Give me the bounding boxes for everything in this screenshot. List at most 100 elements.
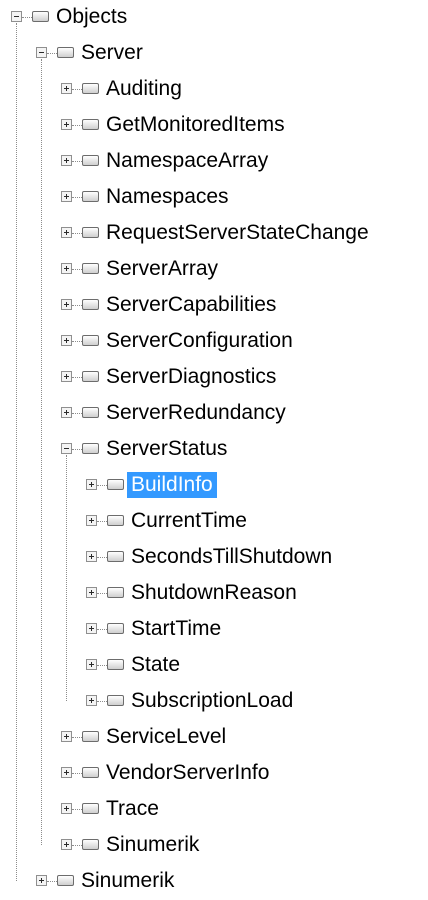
tree-node-label[interactable]: State: [127, 652, 184, 678]
tree-node-shutdownreason[interactable]: ShutdownReason: [0, 576, 428, 612]
tree-node-label[interactable]: SubscriptionLoad: [127, 688, 297, 714]
tree-node-label[interactable]: ServerCapabilities: [102, 292, 280, 318]
tree-connector-line: [97, 629, 107, 630]
expand-icon[interactable]: [86, 479, 97, 490]
tree-connector-line: [47, 53, 57, 54]
tree-node-vendorserverinfo[interactable]: VendorServerInfo: [0, 756, 428, 792]
tree-node-label[interactable]: RequestServerStateChange: [102, 220, 373, 246]
tree-connector-line: [97, 701, 107, 702]
collapse-icon[interactable]: [36, 47, 47, 58]
tree-node-label[interactable]: ServerDiagnostics: [102, 364, 280, 390]
expand-icon[interactable]: [86, 623, 97, 634]
tree-node-label[interactable]: ServerConfiguration: [102, 328, 297, 354]
tree-node-label[interactable]: ServiceLevel: [102, 724, 230, 750]
tree-connector-line: [22, 17, 32, 18]
expand-icon[interactable]: [61, 371, 72, 382]
tree-node-requestserverstatechange[interactable]: RequestServerStateChange: [0, 216, 428, 252]
tree-node-label[interactable]: ShutdownReason: [127, 580, 301, 606]
tree-node-sinumerik[interactable]: Sinumerik: [0, 828, 428, 864]
tree-connector-line: [72, 773, 82, 774]
tree-node-auditing[interactable]: Auditing: [0, 72, 428, 108]
tree-node-label[interactable]: SecondsTillShutdown: [127, 544, 336, 570]
node-icon: [82, 803, 99, 814]
node-icon: [82, 83, 99, 94]
tree-node-label[interactable]: VendorServerInfo: [102, 760, 273, 786]
tree-connector-line: [72, 125, 82, 126]
tree-node-label[interactable]: ServerRedundancy: [102, 400, 290, 426]
node-icon: [82, 335, 99, 346]
expand-icon[interactable]: [86, 551, 97, 562]
tree-node-label[interactable]: ServerArray: [102, 256, 222, 282]
node-icon: [82, 371, 99, 382]
expand-icon[interactable]: [61, 335, 72, 346]
tree-node-label[interactable]: Auditing: [102, 76, 186, 102]
expand-icon[interactable]: [61, 767, 72, 778]
tree-node-servicelevel[interactable]: ServiceLevel: [0, 720, 428, 756]
expand-icon[interactable]: [61, 119, 72, 130]
tree-node-serverstatus[interactable]: ServerStatus: [0, 432, 428, 468]
tree-node-serverdiagnostics[interactable]: ServerDiagnostics: [0, 360, 428, 396]
tree-node-label[interactable]: Trace: [102, 796, 163, 822]
tree-node-namespacearray[interactable]: NamespaceArray: [0, 144, 428, 180]
tree-node-label[interactable]: Sinumerik: [77, 868, 178, 894]
tree-node-label[interactable]: Objects: [52, 4, 131, 30]
tree-node-namespaces[interactable]: Namespaces: [0, 180, 428, 216]
node-icon: [82, 839, 99, 850]
expand-icon[interactable]: [61, 839, 72, 850]
expand-icon[interactable]: [61, 191, 72, 202]
expand-icon[interactable]: [86, 515, 97, 526]
tree-node-sinumerik[interactable]: Sinumerik: [0, 864, 428, 900]
tree-node-objects[interactable]: Objects: [0, 0, 428, 36]
node-icon: [107, 551, 124, 562]
expand-icon[interactable]: [86, 659, 97, 670]
tree-node-label[interactable]: Namespaces: [102, 184, 233, 210]
tree-node-serverconfiguration[interactable]: ServerConfiguration: [0, 324, 428, 360]
tree-node-state[interactable]: State: [0, 648, 428, 684]
tree-connector-line: [72, 377, 82, 378]
expand-icon[interactable]: [86, 587, 97, 598]
tree-node-label[interactable]: StartTime: [127, 616, 225, 642]
tree-connector-line: [47, 881, 57, 882]
tree-node-label[interactable]: ServerStatus: [102, 436, 231, 462]
expand-icon[interactable]: [61, 407, 72, 418]
tree-node-server[interactable]: Server: [0, 36, 428, 72]
expand-icon[interactable]: [86, 695, 97, 706]
tree-connector-line: [72, 413, 82, 414]
tree-node-label[interactable]: BuildInfo: [127, 472, 217, 498]
tree-node-secondstillshutdown[interactable]: SecondsTillShutdown: [0, 540, 428, 576]
tree-node-starttime[interactable]: StartTime: [0, 612, 428, 648]
tree-node-label[interactable]: CurrentTime: [127, 508, 251, 534]
expand-icon[interactable]: [61, 83, 72, 94]
tree-node-getmonitoreditems[interactable]: GetMonitoredItems: [0, 108, 428, 144]
tree-node-buildinfo[interactable]: BuildInfo: [0, 468, 428, 504]
node-icon: [82, 443, 99, 454]
tree-node-trace[interactable]: Trace: [0, 792, 428, 828]
collapse-icon[interactable]: [61, 443, 72, 454]
expand-icon[interactable]: [61, 155, 72, 166]
tree-node-servercapabilities[interactable]: ServerCapabilities: [0, 288, 428, 324]
node-icon: [82, 407, 99, 418]
tree-node-label[interactable]: Sinumerik: [102, 832, 203, 858]
tree-node-serverarray[interactable]: ServerArray: [0, 252, 428, 288]
node-icon: [82, 767, 99, 778]
tree-node-label[interactable]: GetMonitoredItems: [102, 112, 289, 138]
expand-icon[interactable]: [36, 875, 47, 886]
expand-icon[interactable]: [61, 803, 72, 814]
tree-connector-line: [97, 557, 107, 558]
tree-view[interactable]: Objects Server Auditing GetMonitoredItems Na…: [0, 0, 428, 897]
expand-icon[interactable]: [61, 299, 72, 310]
node-icon: [107, 515, 124, 526]
tree-node-serverredundancy[interactable]: ServerRedundancy: [0, 396, 428, 432]
tree-node-subscriptionload[interactable]: SubscriptionLoad: [0, 684, 428, 720]
expand-icon[interactable]: [61, 227, 72, 238]
expand-icon[interactable]: [61, 731, 72, 742]
tree-connector-line: [97, 485, 107, 486]
tree-node-currenttime[interactable]: CurrentTime: [0, 504, 428, 540]
collapse-icon[interactable]: [11, 11, 22, 22]
tree-connector-line: [97, 593, 107, 594]
node-icon: [82, 227, 99, 238]
tree-connector-line: [72, 845, 82, 846]
expand-icon[interactable]: [61, 263, 72, 274]
tree-node-label[interactable]: Server: [77, 40, 147, 66]
tree-node-label[interactable]: NamespaceArray: [102, 148, 272, 174]
